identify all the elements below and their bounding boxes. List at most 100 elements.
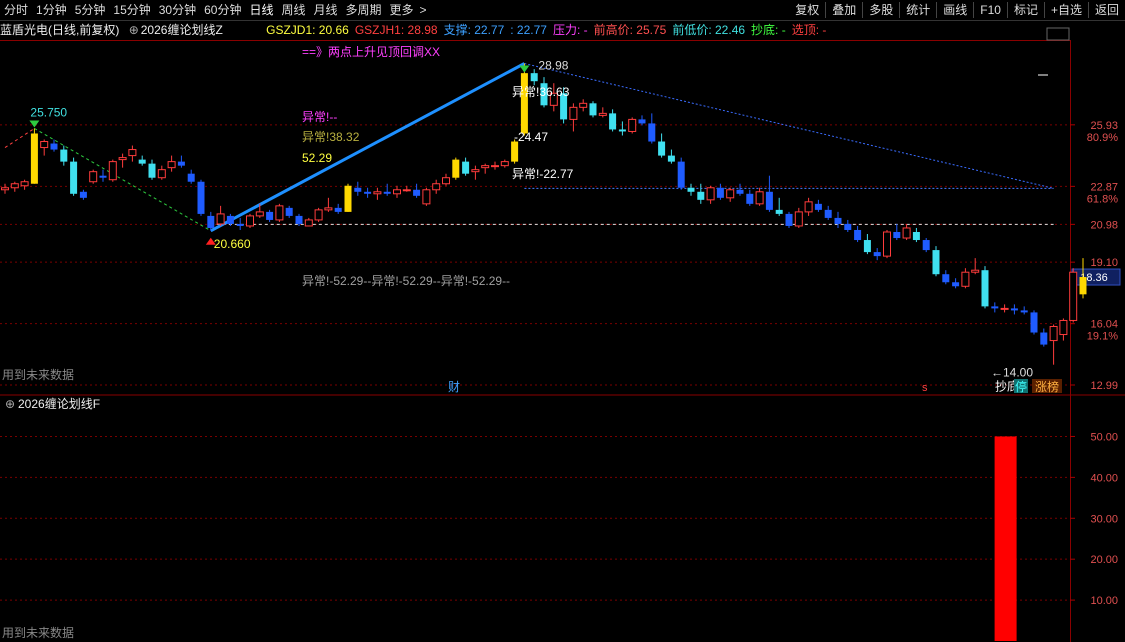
candle-body[interactable]	[1000, 307, 1009, 310]
candle-body[interactable]	[177, 161, 185, 166]
candle-body[interactable]	[314, 209, 323, 221]
candle-body[interactable]	[746, 193, 754, 204]
candle-body[interactable]	[402, 189, 411, 192]
candle-body[interactable]	[961, 271, 970, 287]
candle-body[interactable]	[726, 189, 735, 199]
candle-body[interactable]	[765, 191, 773, 210]
candle-body[interactable]	[530, 73, 538, 82]
candle-body[interactable]	[775, 209, 783, 214]
candle-body[interactable]	[295, 215, 303, 224]
candle-body[interactable]	[804, 201, 813, 213]
candle-body[interactable]	[471, 169, 480, 173]
candle-body[interactable]	[697, 191, 705, 200]
candle-body[interactable]	[10, 183, 19, 189]
candle-body[interactable]	[569, 106, 578, 120]
candle-body[interactable]	[687, 187, 695, 192]
candle-body[interactable]	[216, 213, 225, 225]
candle-body[interactable]	[814, 203, 822, 210]
candle-body[interactable]	[706, 187, 715, 201]
candle-body[interactable]	[207, 215, 215, 228]
candle-body[interactable]	[854, 229, 862, 241]
candle-body[interactable]	[432, 183, 441, 191]
candle-body[interactable]	[70, 161, 78, 194]
candle-body[interactable]	[246, 215, 254, 227]
candle-body[interactable]	[157, 169, 166, 179]
candle-body[interactable]	[844, 223, 852, 230]
candle-body[interactable]	[89, 171, 98, 183]
candle-body[interactable]	[236, 223, 244, 226]
candle-body[interactable]	[255, 211, 264, 217]
candle-body[interactable]	[863, 240, 871, 253]
candle-body[interactable]	[785, 213, 793, 226]
sub-bar[interactable]	[994, 436, 1017, 641]
candle-body[interactable]	[902, 227, 911, 239]
candle-body[interactable]	[667, 155, 675, 162]
candle-body[interactable]	[500, 161, 509, 167]
candle-body[interactable]	[1059, 319, 1068, 336]
candle-body[interactable]	[1049, 325, 1058, 342]
candle-body[interactable]	[491, 165, 499, 168]
candle-body[interactable]	[108, 161, 117, 181]
candle-body[interactable]	[266, 211, 274, 220]
candle-body[interactable]	[393, 189, 401, 195]
candle-body[interactable]	[1, 187, 9, 191]
candle-body[interactable]	[324, 207, 333, 211]
candle-body[interactable]	[413, 189, 421, 196]
candlestick-chart[interactable]: 25.93 22.87 20.98 19.10 16.04 12.99 80.9% 61.8%…	[0, 0, 1125, 642]
candle-body[interactable]	[1040, 332, 1048, 345]
candle-body[interactable]	[873, 252, 881, 257]
candle-body[interactable]	[520, 73, 528, 134]
candle-body[interactable]	[99, 175, 107, 178]
candle-body[interactable]	[20, 181, 29, 187]
candle-body[interactable]	[755, 191, 764, 205]
candle-body[interactable]	[736, 189, 744, 194]
candle-body[interactable]	[834, 217, 842, 224]
candle-body[interactable]	[373, 191, 382, 195]
candle-body[interactable]	[422, 189, 431, 205]
candle-body[interactable]	[79, 191, 87, 198]
candle-body[interactable]	[1069, 271, 1078, 321]
candle-body[interactable]	[912, 231, 920, 241]
candle-body[interactable]	[383, 191, 391, 194]
candle-body[interactable]	[628, 118, 637, 132]
candle-body[interactable]	[226, 215, 234, 224]
candle-body[interactable]	[364, 191, 372, 194]
candle-body[interactable]	[1079, 277, 1087, 295]
candle-body[interactable]	[971, 269, 980, 273]
candle-body[interactable]	[952, 282, 960, 287]
candle-body[interactable]	[354, 187, 362, 192]
candle-body[interactable]	[579, 102, 588, 108]
candle-body[interactable]	[148, 163, 156, 178]
candle-body[interactable]	[304, 219, 313, 227]
candle-body[interactable]	[187, 173, 195, 182]
candle-body[interactable]	[481, 165, 490, 169]
candle-body[interactable]	[1020, 310, 1028, 313]
candle-body[interactable]	[942, 274, 950, 283]
candle-body[interactable]	[118, 157, 127, 161]
candle-body[interactable]	[1030, 312, 1038, 333]
candle-body[interactable]	[50, 143, 58, 150]
candle-body[interactable]	[462, 161, 470, 174]
candle-body[interactable]	[618, 129, 626, 132]
candle-body[interactable]	[648, 123, 656, 142]
candle-body[interactable]	[638, 119, 646, 124]
candle-body[interactable]	[511, 141, 519, 162]
candle-body[interactable]	[922, 240, 930, 251]
candle-body[interactable]	[334, 207, 342, 212]
candle-body[interactable]	[932, 250, 940, 275]
candle-body[interactable]	[452, 159, 460, 178]
candle-body[interactable]	[285, 207, 293, 216]
candle-body[interactable]	[128, 149, 137, 157]
candle-body[interactable]	[824, 209, 832, 218]
candle-body[interactable]	[589, 103, 597, 116]
candle-body[interactable]	[991, 306, 999, 309]
candle-body[interactable]	[167, 161, 176, 169]
candle-body[interactable]	[598, 112, 607, 116]
candle-body[interactable]	[893, 231, 901, 239]
candle-body[interactable]	[344, 185, 352, 212]
candle-body[interactable]	[275, 205, 284, 221]
candle-body[interactable]	[716, 187, 724, 198]
candle-body[interactable]	[197, 181, 205, 214]
candle-body[interactable]	[609, 113, 617, 130]
candle-body[interactable]	[40, 141, 49, 149]
